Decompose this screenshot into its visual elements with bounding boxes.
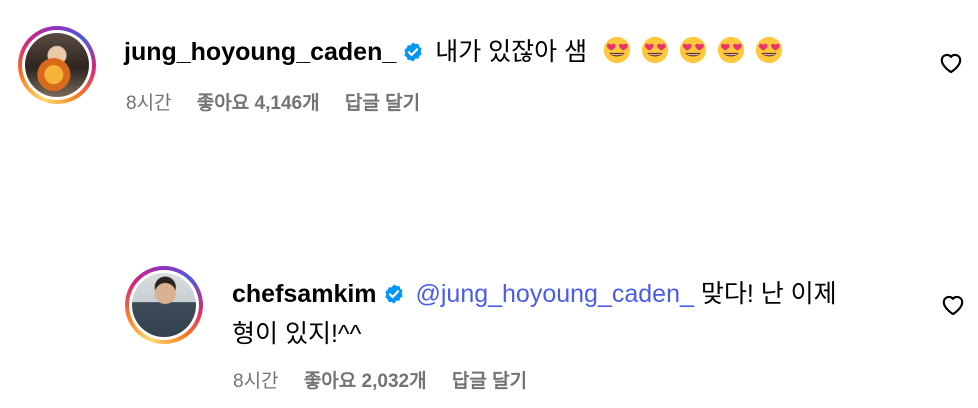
avatar[interactable] xyxy=(18,26,96,104)
reply-button[interactable]: 답글 달기 xyxy=(345,93,420,114)
heart-eyes-emoji xyxy=(641,36,669,64)
heart-eyes-emoji xyxy=(679,36,707,64)
comment-meta: 8시간 좋아요 4,146개 답글 달기 xyxy=(126,88,440,115)
comment-body: jung_hoyoung_caden_ 내가 있잖아 샘 xyxy=(124,32,924,72)
mention-link[interactable]: @jung_hoyoung_caden_ xyxy=(415,280,693,308)
emoji-group xyxy=(594,36,784,66)
comment-time: 8시간 xyxy=(233,371,279,392)
heart-eyes-emoji xyxy=(755,36,783,64)
username-link[interactable]: chefsamkim xyxy=(232,280,377,308)
username-link[interactable]: jung_hoyoung_caden_ xyxy=(124,38,396,66)
verified-badge-icon xyxy=(384,284,403,304)
comment-body: chefsamkim @jung_hoyoung_caden_ 맞다! 난 이제… xyxy=(232,274,912,354)
likes-count-link[interactable]: 좋아요 4,146개 xyxy=(197,93,320,114)
avatar-image xyxy=(25,33,89,97)
heart-eyes-emoji xyxy=(603,36,631,64)
heart-eyes-emoji xyxy=(717,36,745,64)
comment-text: 맞다! 난 이제 xyxy=(700,280,837,308)
likes-count-link[interactable]: 좋아요 2,032개 xyxy=(304,371,427,392)
comment-time: 8시간 xyxy=(126,93,172,114)
comment-text-line: chefsamkim @jung_hoyoung_caden_ 맞다! 난 이제 xyxy=(232,274,912,314)
heart-outline-icon[interactable] xyxy=(940,292,966,316)
comment-text-line: 형이 있지!^^ xyxy=(232,314,912,354)
comment-text: 형이 있지!^^ xyxy=(232,320,362,348)
avatar-image xyxy=(132,273,196,337)
verified-badge-icon xyxy=(404,42,422,62)
reply-button[interactable]: 답글 달기 xyxy=(452,371,527,392)
heart-outline-icon[interactable] xyxy=(938,50,964,74)
comment-text: 내가 있잖아 샘 xyxy=(435,38,588,66)
comments-thread: jung_hoyoung_caden_ 내가 있잖아 샘 8시간 좋아요 4,1… xyxy=(0,0,978,408)
comment-meta: 8시간 좋아요 2,032개 답글 달기 xyxy=(233,366,547,393)
comment-text-line: jung_hoyoung_caden_ 내가 있잖아 샘 xyxy=(124,32,924,72)
avatar[interactable] xyxy=(125,266,203,344)
